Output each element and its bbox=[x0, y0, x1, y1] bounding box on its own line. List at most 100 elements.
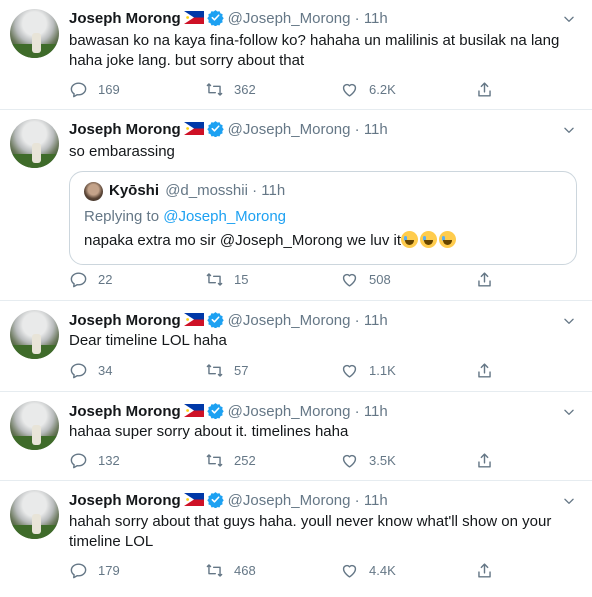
retweet-count: 468 bbox=[234, 562, 256, 578]
quoted-author-handle[interactable]: @d_mosshii bbox=[165, 182, 248, 199]
like-count: 3.5K bbox=[369, 452, 396, 468]
share-button[interactable] bbox=[475, 450, 494, 470]
tweet[interactable]: Joseph Morong @Joseph_Morong · 11h hahah … bbox=[0, 481, 592, 597]
retweet-icon bbox=[205, 270, 224, 289]
chevron-down-icon[interactable] bbox=[562, 494, 576, 508]
like-button[interactable]: 1.1K bbox=[340, 360, 396, 380]
share-button[interactable] bbox=[475, 79, 494, 99]
tweet[interactable]: Joseph Morong @Joseph_Morong · 11h Dear t… bbox=[0, 301, 592, 392]
quoted-text: napaka extra mo sir @Joseph_Morong we lu… bbox=[84, 232, 402, 249]
reply-button[interactable]: 169 bbox=[69, 79, 120, 99]
retweet-count: 252 bbox=[234, 452, 256, 468]
heart-icon bbox=[340, 270, 359, 289]
replying-to-link[interactable]: @Joseph_Morong bbox=[163, 208, 286, 225]
chevron-down-icon[interactable] bbox=[562, 12, 576, 26]
avatar[interactable] bbox=[10, 119, 59, 168]
quoted-time: · 11h bbox=[252, 182, 286, 199]
like-button[interactable]: 508 bbox=[340, 269, 391, 289]
reply-count: 169 bbox=[98, 81, 120, 97]
author-name[interactable]: Joseph Morong bbox=[69, 403, 181, 420]
share-button[interactable] bbox=[475, 269, 494, 289]
share-icon bbox=[475, 80, 494, 99]
reply-button[interactable]: 22 bbox=[69, 269, 112, 289]
reply-count: 179 bbox=[98, 562, 120, 578]
replying-to-line: Replying to @Joseph_Morong bbox=[84, 208, 286, 225]
face-with-tears-of-joy-icon bbox=[439, 231, 457, 248]
author-handle[interactable]: @Joseph_Morong bbox=[228, 403, 351, 420]
retweet-icon bbox=[205, 80, 224, 99]
share-icon bbox=[475, 270, 494, 289]
heart-icon bbox=[340, 451, 359, 470]
philippines-flag-icon bbox=[184, 313, 204, 326]
chevron-down-icon[interactable] bbox=[562, 123, 576, 137]
tweet-text: hahaa super sorry about it. timelines ha… bbox=[69, 423, 349, 440]
like-count: 508 bbox=[369, 271, 391, 287]
like-count: 4.4K bbox=[369, 562, 396, 578]
retweet-button[interactable]: 252 bbox=[205, 450, 256, 470]
author-handle[interactable]: @Joseph_Morong bbox=[228, 312, 351, 329]
retweet-icon bbox=[205, 361, 224, 380]
retweet-button[interactable]: 15 bbox=[205, 269, 248, 289]
retweet-button[interactable]: 57 bbox=[205, 360, 248, 380]
chevron-down-icon[interactable] bbox=[562, 314, 576, 328]
retweet-button[interactable]: 468 bbox=[205, 560, 256, 580]
retweet-button[interactable]: 362 bbox=[205, 79, 256, 99]
tweet[interactable]: Joseph Morong @Joseph_Morong · 11h hahaa … bbox=[0, 392, 592, 481]
tweet[interactable]: Joseph Morong @Joseph_Morong · 11h bawasa… bbox=[0, 0, 592, 110]
verified-badge-icon bbox=[207, 402, 224, 419]
like-button[interactable]: 6.2K bbox=[340, 79, 396, 99]
avatar[interactable] bbox=[10, 310, 59, 359]
reply-icon bbox=[69, 561, 88, 580]
tweet-time[interactable]: · 11h bbox=[355, 403, 388, 420]
tweet[interactable]: Joseph Morong @Joseph_Morong · 11h so emb… bbox=[0, 110, 592, 301]
tweet-time[interactable]: · 11h bbox=[355, 312, 388, 329]
reply-icon bbox=[69, 80, 88, 99]
author-name[interactable]: Joseph Morong bbox=[69, 312, 181, 329]
author-handle[interactable]: @Joseph_Morong bbox=[228, 492, 351, 509]
like-button[interactable]: 3.5K bbox=[340, 450, 396, 470]
like-button[interactable]: 4.4K bbox=[340, 560, 396, 580]
like-count: 1.1K bbox=[369, 362, 396, 378]
tweet-text: so embarassing bbox=[69, 143, 175, 160]
share-icon bbox=[475, 451, 494, 470]
reply-count: 132 bbox=[98, 452, 120, 468]
author-handle[interactable]: @Joseph_Morong bbox=[228, 10, 351, 27]
share-button[interactable] bbox=[475, 560, 494, 580]
reply-icon bbox=[69, 270, 88, 289]
share-button[interactable] bbox=[475, 360, 494, 380]
philippines-flag-icon bbox=[184, 122, 204, 135]
avatar[interactable] bbox=[10, 490, 59, 539]
replying-to-prefix: Replying to bbox=[84, 208, 164, 225]
reply-button[interactable]: 34 bbox=[69, 360, 112, 380]
author-name[interactable]: Joseph Morong bbox=[69, 10, 181, 27]
retweet-count: 15 bbox=[234, 271, 249, 287]
reply-count: 22 bbox=[98, 271, 113, 287]
reply-count: 34 bbox=[98, 362, 113, 378]
author-handle[interactable]: @Joseph_Morong bbox=[228, 121, 351, 138]
philippines-flag-icon bbox=[184, 493, 204, 506]
quoted-avatar[interactable] bbox=[84, 182, 103, 201]
avatar[interactable] bbox=[10, 9, 59, 58]
reply-icon bbox=[69, 451, 88, 470]
tweet-text: bawasan ko na kaya fina-follow ko? hahah… bbox=[69, 32, 560, 69]
avatar[interactable] bbox=[10, 401, 59, 450]
author-name[interactable]: Joseph Morong bbox=[69, 121, 181, 138]
quoted-tweet[interactable]: Kyōshi @d_mosshii · 11h Replying to @Jos… bbox=[69, 171, 577, 265]
tweet-time[interactable]: · 11h bbox=[355, 121, 388, 138]
philippines-flag-icon bbox=[184, 11, 204, 24]
tweet-time[interactable]: · 11h bbox=[355, 10, 388, 27]
share-icon bbox=[475, 361, 494, 380]
chevron-down-icon[interactable] bbox=[562, 405, 576, 419]
reply-button[interactable]: 179 bbox=[69, 560, 120, 580]
face-with-tears-of-joy-icon bbox=[401, 231, 419, 248]
tweet-text: hahah sorry about that guys haha. youll … bbox=[69, 513, 552, 550]
tweet-time[interactable]: · 11h bbox=[355, 492, 388, 509]
quoted-author-name[interactable]: Kyōshi bbox=[109, 182, 159, 199]
author-name[interactable]: Joseph Morong bbox=[69, 492, 181, 509]
verified-badge-icon bbox=[207, 491, 224, 508]
like-count: 6.2K bbox=[369, 81, 396, 97]
reply-button[interactable]: 132 bbox=[69, 450, 120, 470]
retweet-count: 57 bbox=[234, 362, 249, 378]
retweet-count: 362 bbox=[234, 81, 256, 97]
heart-icon bbox=[340, 561, 359, 580]
